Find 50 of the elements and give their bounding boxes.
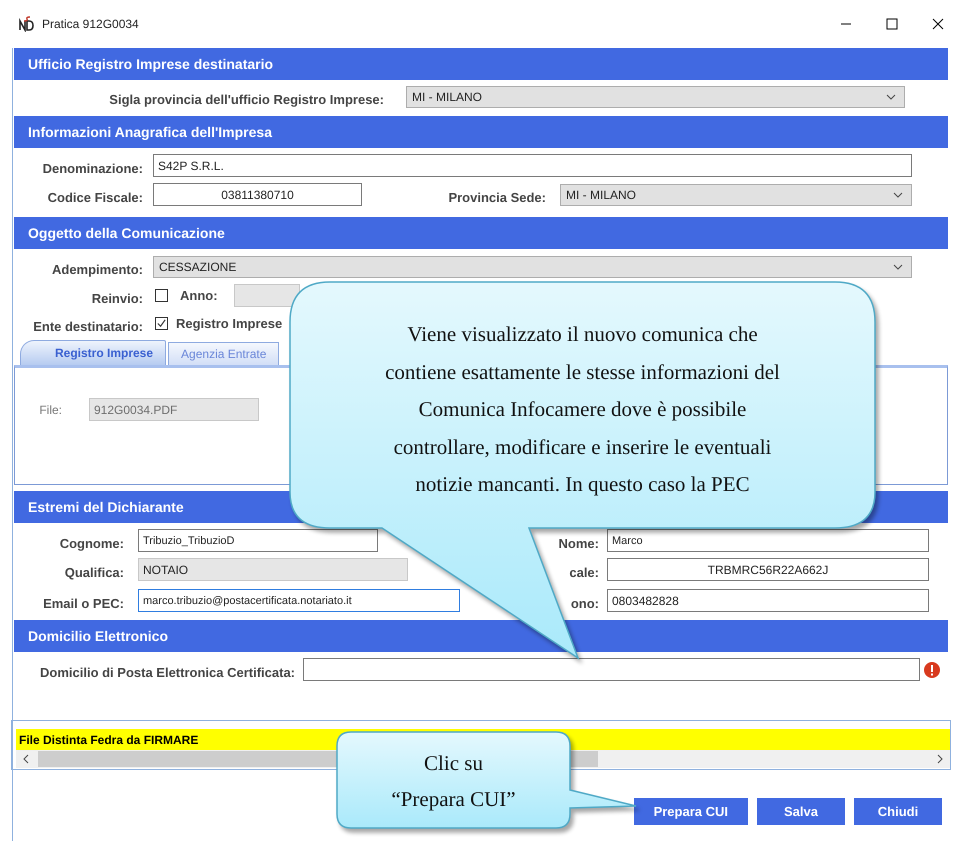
close-icon[interactable] [932, 18, 944, 30]
field-label: Adempimento: [51, 261, 143, 277]
input-field[interactable]: 03811380710 [153, 183, 362, 206]
pec-field[interactable] [303, 658, 920, 681]
checkbox-label: Registro Imprese [176, 316, 282, 331]
window-title: Pratica 912G0034 [42, 16, 139, 30]
tab[interactable]: Registro Imprese [20, 340, 166, 365]
checkbox[interactable] [155, 289, 168, 302]
section-header: Ufficio Registro Imprese destinatario [14, 48, 948, 80]
tooltip-text: Clic su “Prepara CUI” [390, 750, 517, 813]
scroll-right-icon[interactable] [936, 754, 944, 764]
input-field[interactable]: Tribuzio_TribuzioD [138, 529, 378, 552]
field-label: Email o PEC: [42, 595, 124, 611]
field-label: Cognome: [58, 535, 124, 551]
chevron-down-icon [893, 264, 903, 270]
section-header: Oggetto della Comunicazione [14, 217, 948, 249]
field-label: Sigla provincia dell'ufficio Registro Imprese: [108, 91, 384, 107]
input-field[interactable]: TRBMRC56R22A662J [607, 558, 929, 581]
field-label: Anno: [180, 288, 218, 303]
field-label: File: [38, 402, 63, 416]
field-label: cale: [568, 564, 599, 580]
field-label: Ente destinatario: [32, 318, 143, 334]
field-label: Provincia Sede: [447, 189, 546, 205]
province-dropdown[interactable]: MI - MILANO [560, 184, 912, 206]
scroll-left-icon[interactable] [22, 754, 30, 764]
action-button[interactable]: Salva [757, 798, 845, 825]
section-header: Informazioni Anagrafica dell'Impresa [14, 116, 948, 148]
qualifica-field[interactable]: NOTAIO [138, 558, 408, 581]
field-label: Nome: [558, 535, 599, 551]
field-label: Domicilio di Posta Elettronica Certificata: [39, 664, 295, 680]
chevron-down-icon [886, 94, 896, 100]
input-field[interactable]: Marco [607, 529, 929, 552]
section-header: Domicilio Elettronico [14, 620, 948, 652]
action-button[interactable]: Chiudi [854, 798, 942, 825]
field-label: Qualifica: [64, 564, 124, 580]
checkbox[interactable] [155, 317, 168, 330]
chevron-down-icon [893, 192, 903, 198]
adempimento-dropdown[interactable]: CESSAZIONE [153, 256, 912, 278]
action-button[interactable]: Prepara CUI [634, 798, 748, 825]
province-dropdown[interactable]: MI - MILANO [406, 86, 905, 108]
maximize-icon[interactable] [886, 18, 898, 30]
field-label: Reinvio: [90, 290, 143, 306]
input-field[interactable]: 0803482828 [607, 589, 929, 612]
email-field[interactable]: marco.tribuzio@postacertificata.notariato.it [138, 589, 460, 612]
app-logo-icon [18, 16, 34, 32]
year-field[interactable] [234, 284, 300, 307]
field-label: Denominazione: [42, 160, 143, 176]
field-label: Codice Fiscale: [46, 189, 143, 205]
input-field[interactable]: S42P S.R.L. [153, 154, 912, 177]
field-label: ono: [570, 595, 599, 611]
